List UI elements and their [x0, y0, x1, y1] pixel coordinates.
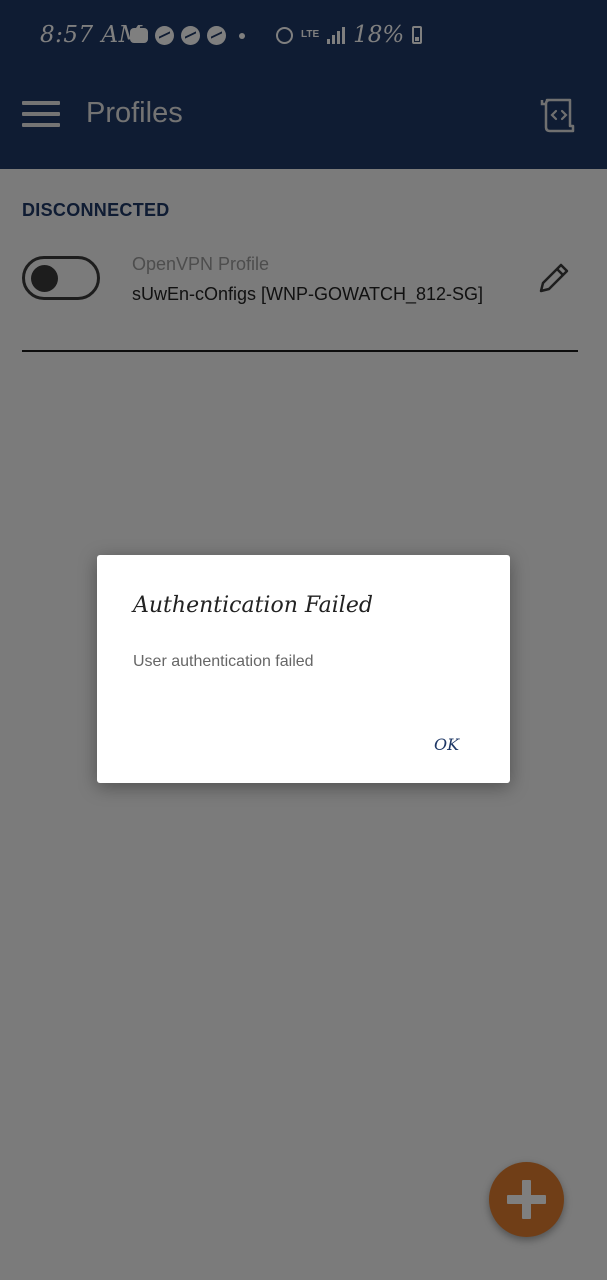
dialog-scrim-top	[0, 0, 607, 170]
ok-button[interactable]: OK	[428, 733, 465, 756]
dialog-message: User authentication failed	[133, 653, 314, 670]
auth-failed-dialog: Authentication Failed User authenticatio…	[97, 555, 510, 783]
dialog-title: Authentication Failed	[133, 593, 373, 618]
